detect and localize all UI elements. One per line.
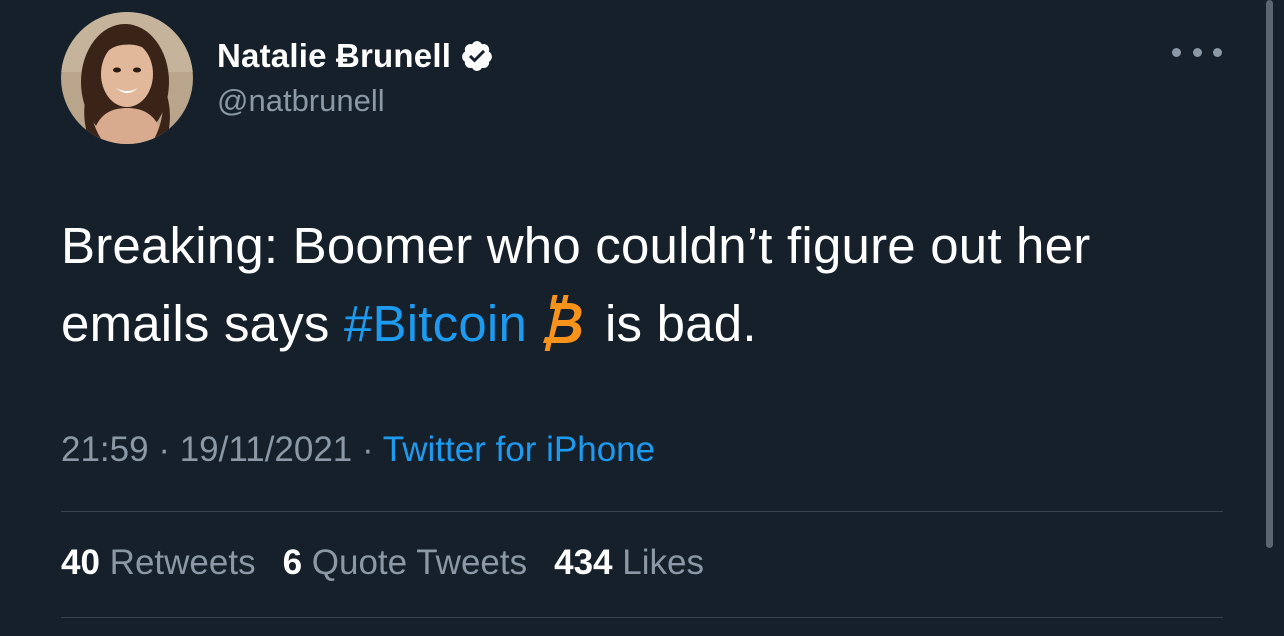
divider [61,511,1223,512]
more-dot [1172,47,1181,57]
likes-stat[interactable]: 434 Likes [554,543,704,583]
tweet-stats: 40 Retweets 6 Quote Tweets 434 Likes [61,543,731,583]
more-dot [1192,47,1202,57]
retweets-stat[interactable]: 40 Retweets [61,543,256,583]
quote-tweets-count: 6 [282,543,303,582]
more-options-icon[interactable] [1172,36,1222,68]
verified-badge-icon [460,39,494,73]
display-name[interactable]: Natalie Ƀrunell [217,37,451,75]
likes-label: Likes [622,543,704,582]
retweets-count: 40 [61,543,100,582]
scrollbar[interactable] [1266,0,1273,548]
tweet-time[interactable]: 21:59 [61,430,149,469]
tweet-text-part2: is bad. [605,295,757,352]
tweet-meta: 21:59 · 19/11/2021 · Twitter for iPhone [61,430,655,470]
hashtag-link[interactable]: #Bitcoin [344,295,527,352]
profile-photo-icon [61,12,193,144]
more-dot [1213,47,1222,57]
meta-separator: · [148,430,180,469]
bitcoin-icon [533,293,587,353]
avatar[interactable] [61,12,193,144]
likes-count: 434 [554,543,613,582]
author-handle[interactable]: @natbrunell [217,83,385,119]
author-name-row: Natalie Ƀrunell [217,34,494,78]
retweets-label: Retweets [109,543,256,582]
divider [61,617,1223,618]
tweet-date[interactable]: 19/11/2021 [180,430,353,469]
meta-separator: · [352,430,383,469]
quote-tweets-label: Quote Tweets [311,543,528,582]
quote-tweets-stat[interactable]: 6 Quote Tweets [283,543,528,583]
tweet-source-link[interactable]: Twitter for iPhone [383,430,655,469]
tweet-text: Breaking: Boomer who couldn’t figure out… [61,207,1251,363]
